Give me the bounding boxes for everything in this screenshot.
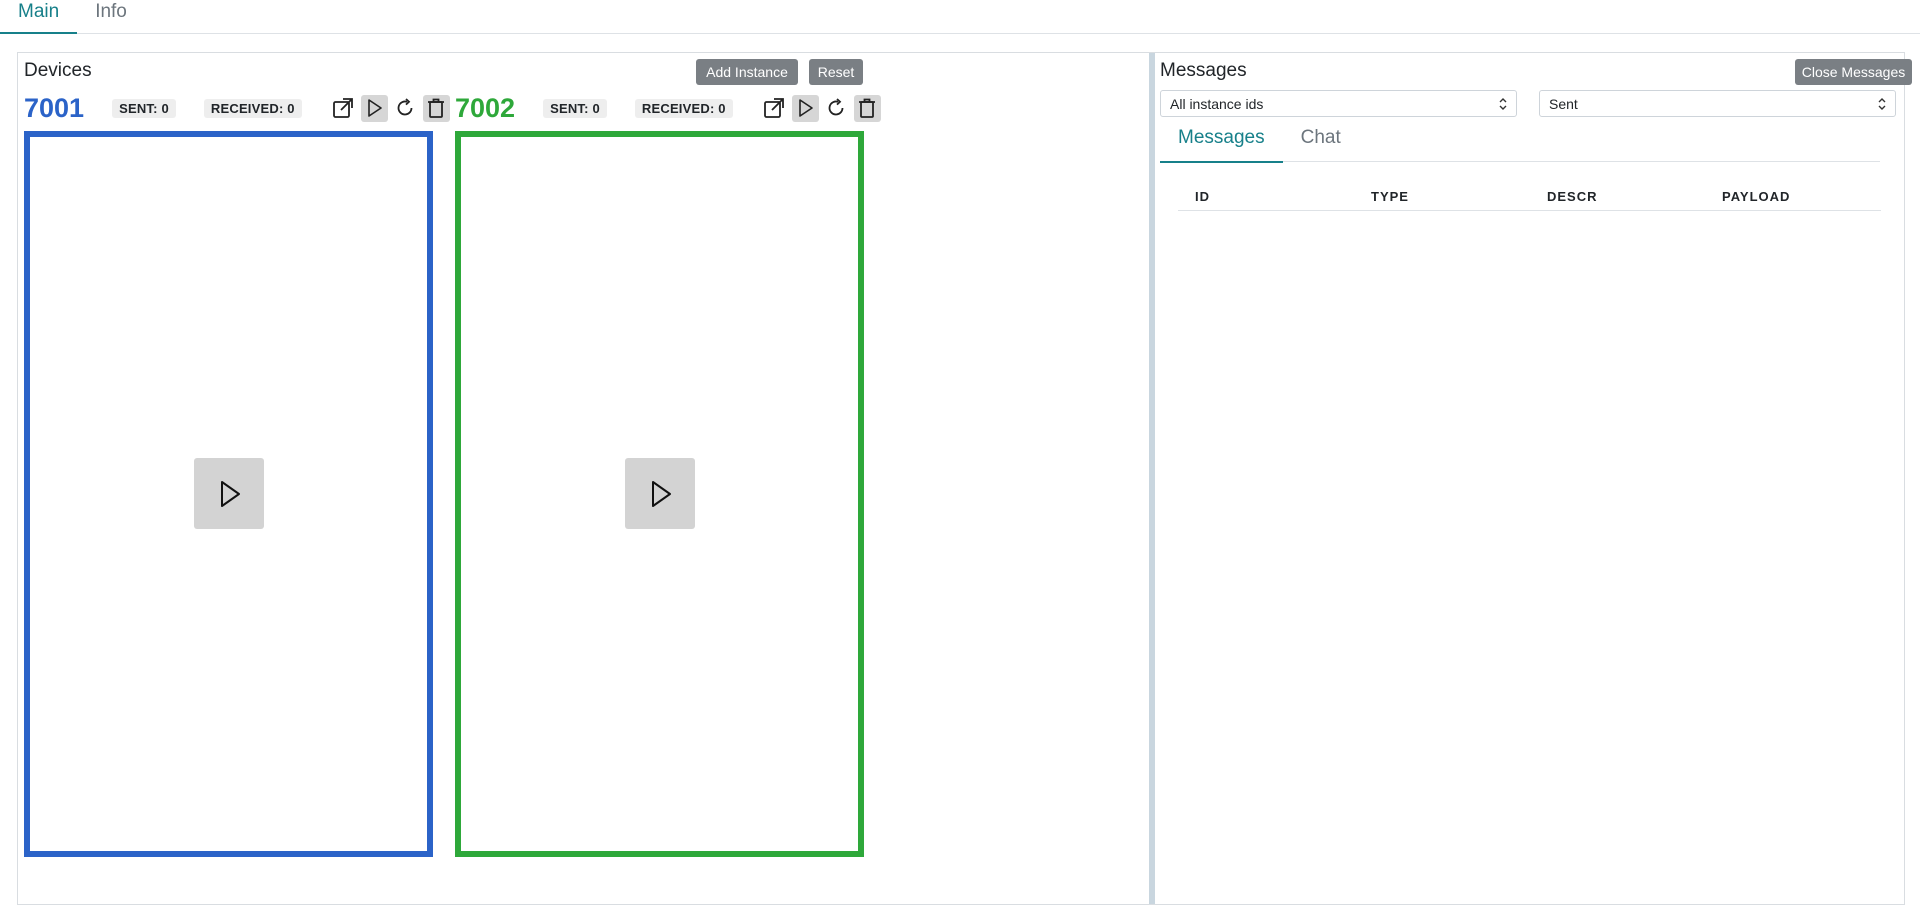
trash-icon[interactable] <box>422 94 450 122</box>
column-header-type[interactable]: TYPE <box>1371 189 1409 204</box>
tab-chat[interactable]: Chat <box>1283 122 1359 162</box>
top-tab-bar: Main Info <box>0 0 1920 34</box>
messages-tab-bar: Messages Chat <box>1160 122 1880 163</box>
refresh-icon[interactable] <box>823 95 850 122</box>
close-messages-button[interactable]: Close Messages <box>1795 59 1912 85</box>
device-screen-7001[interactable] <box>24 131 433 857</box>
external-link-icon[interactable] <box>330 95 357 122</box>
devices-title: Devices <box>24 60 92 81</box>
received-badge: RECEIVED: 0 <box>634 98 733 118</box>
received-badge: RECEIVED: 0 <box>203 98 302 118</box>
play-icon <box>652 480 671 507</box>
play-icon <box>221 480 240 507</box>
direction-filter-select[interactable]: Sent <box>1539 90 1896 117</box>
external-link-icon[interactable] <box>761 95 788 122</box>
tab-info[interactable]: Info <box>77 0 145 33</box>
column-header-descr[interactable]: DESCR <box>1547 189 1598 204</box>
instance-filter-value: All instance ids <box>1170 95 1264 112</box>
main-area: Devices Add Instance Reset 7001 SENT: 0 … <box>17 52 1912 905</box>
device-screen-7002[interactable] <box>455 131 864 857</box>
sent-badge: SENT: 0 <box>112 98 176 118</box>
messages-table-header: ID TYPE DESCR PAYLOAD <box>1178 183 1881 211</box>
trash-icon[interactable] <box>853 94 881 122</box>
tab-main[interactable]: Main <box>0 0 78 34</box>
instance-filter-select[interactable]: All instance ids <box>1160 90 1517 117</box>
add-instance-button[interactable]: Add Instance <box>696 59 798 85</box>
device-id: 7001 <box>24 92 85 123</box>
play-button[interactable] <box>625 458 695 529</box>
refresh-icon[interactable] <box>392 95 419 122</box>
reset-button[interactable]: Reset <box>809 59 863 85</box>
messages-panel: Messages Close Messages All instance ids… <box>1155 53 1912 904</box>
chevron-updown-icon <box>1878 98 1886 110</box>
play-icon[interactable] <box>360 94 388 122</box>
play-icon[interactable] <box>791 94 819 122</box>
play-button[interactable] <box>194 458 264 529</box>
direction-filter-value: Sent <box>1549 95 1578 112</box>
devices-panel: Devices Add Instance Reset 7001 SENT: 0 … <box>18 53 1149 904</box>
device-header-7001: 7001 SENT: 0 RECEIVED: 0 <box>24 93 454 123</box>
device-header-7002: 7002 SENT: 0 RECEIVED: 0 <box>455 93 885 123</box>
tab-messages[interactable]: Messages <box>1160 122 1283 163</box>
messages-title: Messages <box>1160 60 1247 81</box>
column-header-id[interactable]: ID <box>1195 189 1210 204</box>
chevron-updown-icon <box>1499 98 1507 110</box>
sent-badge: SENT: 0 <box>543 98 607 118</box>
column-header-payload[interactable]: PAYLOAD <box>1722 189 1790 204</box>
device-id: 7002 <box>455 92 516 123</box>
